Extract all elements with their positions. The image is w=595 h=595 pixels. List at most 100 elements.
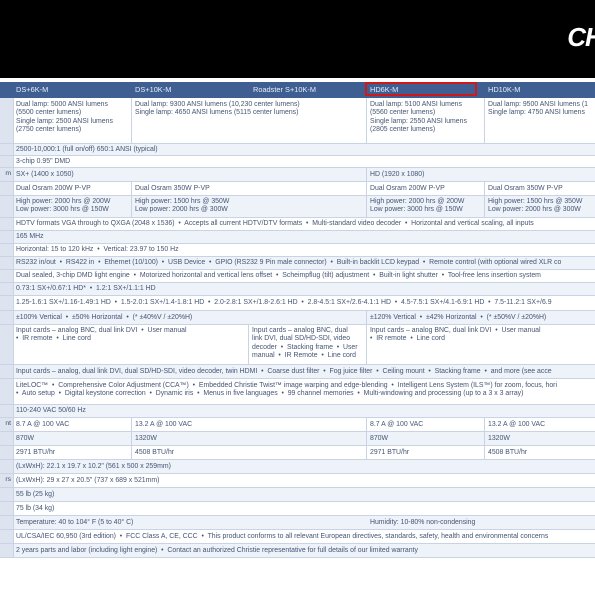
row-label bbox=[0, 460, 14, 473]
row-label bbox=[0, 182, 14, 195]
cell: Dual lamp: 9500 ANSI lumens (1 Single la… bbox=[488, 101, 588, 117]
row-label bbox=[0, 379, 14, 404]
brand-logo: CHI bbox=[567, 22, 595, 52]
row-label bbox=[0, 516, 14, 529]
row-label bbox=[0, 544, 14, 557]
row-label bbox=[0, 311, 14, 324]
highlighted-column-marker bbox=[365, 82, 477, 96]
cell: Dual lamp: 9300 ANSI lumens (10,230 cent… bbox=[135, 101, 300, 117]
row-label bbox=[0, 488, 14, 501]
cell: 2971 BTU/hr bbox=[370, 449, 410, 456]
row-weight: 55 lb (25 kg) bbox=[0, 488, 595, 502]
table-header-row: DS+6K-M DS+10K-M Roadster S+10K-M HD6K-M… bbox=[0, 82, 595, 98]
header-col-1: DS+6K-M bbox=[16, 85, 49, 94]
cell: 1320W bbox=[135, 435, 157, 442]
row-power-input: 110-240 VAC 50/60 Hz bbox=[0, 405, 595, 418]
cell: Dual lamp: 5100 ANSI lumens (5560 center… bbox=[370, 101, 467, 134]
cell: HD (1920 x 1080) bbox=[370, 171, 425, 178]
header-col-3: Roadster S+10K-M bbox=[253, 85, 317, 94]
row-label-text: nt bbox=[5, 420, 11, 427]
cell: 1.25-1.6:1 SX+/1.16-1.49:1 HD • 1.5-2.0:… bbox=[16, 299, 552, 306]
cell: ±100% Vertical • ±50% Horizontal • (* ±4… bbox=[16, 314, 193, 321]
row-label bbox=[0, 530, 14, 543]
cell: High power: 1500 hrs @ 350W Low power: 2… bbox=[488, 198, 583, 214]
cell: 13.2 A @ 100 VAC bbox=[135, 421, 193, 428]
row-label bbox=[0, 283, 14, 295]
cell: High power: 2000 hrs @ 200W Low power: 3… bbox=[16, 198, 111, 214]
row-resolution: m SX+ (1400 x 1050) HD (1920 x 1080) bbox=[0, 168, 595, 182]
cell: 4508 BTU/hr bbox=[135, 449, 175, 456]
row-label: m bbox=[0, 168, 14, 181]
cell: 1320W bbox=[488, 435, 510, 442]
cell: Dual lamp: 5000 ANSI lumens (5500 center… bbox=[16, 101, 113, 134]
row-label bbox=[0, 231, 14, 243]
row-label bbox=[0, 296, 14, 310]
row-brightness: Dual lamp: 5000 ANSI lumens (5500 center… bbox=[0, 98, 595, 144]
row-shipping-weight: 75 lb (34 kg) bbox=[0, 502, 595, 516]
row-label bbox=[0, 257, 14, 269]
cell: Humidity: 10-80% non-condensing bbox=[370, 519, 476, 526]
cell: 8.7 A @ 100 VAC bbox=[370, 421, 424, 428]
cell: SX+ (1400 x 1050) bbox=[16, 171, 74, 178]
row-video: HDTV formats VGA through to QXGA (2048 x… bbox=[0, 218, 595, 231]
row-label: nt bbox=[0, 418, 14, 431]
cell: Dual sealed, 3-chip DMD light engine • M… bbox=[16, 272, 541, 279]
row-regulatory: UL/CSA/IEC 60,950 (3rd edition) • FCC Cl… bbox=[0, 530, 595, 544]
row-label bbox=[0, 325, 14, 364]
row-lenses-1: 0.73:1 SX+/0.67:1 HD* • 1.2:1 SX+/1.1:1 … bbox=[0, 283, 595, 296]
row-label bbox=[0, 446, 14, 459]
top-banner: CHI bbox=[0, 0, 595, 78]
row-label bbox=[0, 244, 14, 256]
row-lamp-life: High power: 2000 hrs @ 200W Low power: 3… bbox=[0, 196, 595, 218]
cell: Temperature: 40 to 104° F (5 to 40° C) bbox=[16, 519, 134, 526]
row-options: Input cards – analog, dual link DVI, dua… bbox=[0, 365, 595, 379]
cell: RS232 in/out • RS422 in • Ethernet (10/1… bbox=[16, 259, 562, 266]
row-label bbox=[0, 156, 14, 167]
cell: 8.7 A @ 100 VAC bbox=[16, 421, 70, 428]
row-label bbox=[0, 365, 14, 378]
row-heat: 2971 BTU/hr 4508 BTU/hr 2971 BTU/hr 4508… bbox=[0, 446, 595, 460]
cell: Input cards – analog, dual link DVI, dua… bbox=[16, 368, 552, 375]
cell: 0.73:1 SX+/0.67:1 HD* • 1.2:1 SX+/1.1:1 … bbox=[16, 285, 156, 292]
row-label: rs bbox=[0, 474, 14, 487]
cell: 55 lb (25 kg) bbox=[16, 491, 55, 498]
cell: UL/CSA/IEC 60,950 (3rd edition) • FCC Cl… bbox=[16, 533, 549, 540]
cell: 3-chip 0.95" DMD bbox=[16, 158, 71, 165]
row-label bbox=[0, 218, 14, 230]
cell: Dual Osram 200W P-VP bbox=[370, 185, 445, 192]
cell: Dual Osram 350W P-VP bbox=[488, 185, 563, 192]
cell: Dual Osram 200W P-VP bbox=[16, 185, 91, 192]
cell: Horizontal: 15 to 120 kHz • Vertical: 23… bbox=[16, 246, 179, 253]
row-consumption: 870W 1320W 870W 1320W bbox=[0, 432, 595, 446]
row-lamp-type: Dual Osram 200W P-VP Dual Osram 350W P-V… bbox=[0, 182, 595, 196]
row-label bbox=[0, 144, 14, 155]
spec-sheet-table: DS+6K-M DS+10K-M Roadster S+10K-M HD6K-M… bbox=[0, 82, 595, 582]
cell: 870W bbox=[370, 435, 389, 442]
cell: HDTV formats VGA through to QXGA (2048 x… bbox=[16, 220, 534, 227]
row-warranty: 2 years parts and labor (including light… bbox=[0, 544, 595, 558]
cell: Dual Osram 350W P-VP bbox=[135, 185, 210, 192]
row-lenses-2: 1.25-1.6:1 SX+/1.16-1.49:1 HD • 1.5-2.0:… bbox=[0, 296, 595, 311]
row-features: LiteLOC™ • Comprehensive Color Adjustmen… bbox=[0, 379, 595, 405]
cell: 75 lb (34 kg) bbox=[16, 505, 55, 512]
row-lens-offset: ±100% Vertical • ±50% Horizontal • (* ±4… bbox=[0, 311, 595, 325]
row-bandwidth: 165 MHz bbox=[0, 231, 595, 244]
row-label bbox=[0, 196, 14, 217]
row-label bbox=[0, 405, 14, 417]
cell: Input cards – analog BNC, dual link DVI … bbox=[16, 327, 187, 343]
cell: (LxWxH): 29 x 27 x 20.5" (737 x 689 x 52… bbox=[16, 477, 160, 484]
row-sealed-engine: Dual sealed, 3-chip DMD light engine • M… bbox=[0, 270, 595, 283]
row-label-text: m bbox=[5, 170, 11, 177]
cell: High power: 2000 hrs @ 200W Low power: 3… bbox=[370, 198, 465, 214]
cell: (LxWxH): 22.1 x 19.7 x 10.2" (561 x 500 … bbox=[16, 463, 171, 470]
row-label bbox=[0, 98, 14, 143]
cell: LiteLOC™ • Comprehensive Color Adjustmen… bbox=[16, 382, 557, 398]
cell: 870W bbox=[16, 435, 35, 442]
cell: 110-240 VAC 50/60 Hz bbox=[16, 407, 86, 414]
cell: Input cards – analog BNC, dual link DVI … bbox=[370, 327, 541, 343]
row-dmd: 3-chip 0.95" DMD bbox=[0, 156, 595, 168]
cell: 2500-10,000:1 (full on/off) 650:1 ANSI (… bbox=[16, 146, 158, 153]
row-label bbox=[0, 432, 14, 445]
cell: Input cards – analog BNC, dual link DVI,… bbox=[252, 327, 358, 360]
header-col-5: HD10K-M bbox=[488, 85, 521, 94]
